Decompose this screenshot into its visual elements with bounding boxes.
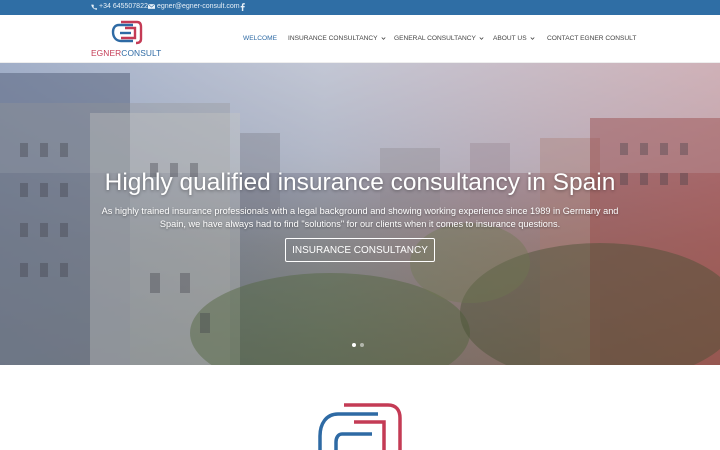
- facebook-icon: [240, 3, 245, 11]
- logo-word-consult: CONSULT: [121, 48, 162, 58]
- nav-item-contact[interactable]: CONTACT EGNER CONSULT: [547, 35, 636, 42]
- logo-word-egner: EGNER: [91, 48, 122, 58]
- slider-dot-2[interactable]: [360, 343, 364, 347]
- nav-item-general-consultancy[interactable]: GENERAL CONSULTANCY: [394, 35, 484, 42]
- chevron-down-icon: [479, 37, 484, 40]
- nav-item-label: WELCOME: [243, 35, 278, 42]
- chevron-down-icon: [380, 37, 386, 40]
- nav-item-label: INSURANCE CONSULTANCY: [288, 35, 378, 42]
- chevron-down-icon: [530, 37, 535, 40]
- slider-dot-1[interactable]: [352, 343, 356, 347]
- logo-wordmark: EGNERCONSULT: [91, 48, 161, 58]
- logo-mark-large-icon: [318, 403, 402, 450]
- phone-contact[interactable]: +34 645507822: [91, 3, 148, 10]
- main-nav: WELCOME INSURANCE CONSULTANCY GENERAL CO…: [0, 35, 720, 47]
- phone-number: +34 645507822: [99, 3, 148, 10]
- site-header: EGNERCONSULT WELCOME INSURANCE CONSULTAN…: [0, 15, 720, 63]
- slider-pagination: [352, 343, 364, 347]
- hero-description: As highly trained insurance professional…: [101, 206, 619, 229]
- nav-item-label: ABOUT US: [493, 35, 527, 42]
- email-contact[interactable]: egner@egner-consult.com: [148, 3, 240, 10]
- facebook-link[interactable]: [240, 3, 245, 11]
- nav-item-about-us[interactable]: ABOUT US: [493, 35, 535, 42]
- phone-icon: [91, 4, 97, 10]
- nav-item-insurance-consultancy[interactable]: INSURANCE CONSULTANCY: [288, 35, 386, 42]
- insurance-consultancy-button[interactable]: INSURANCE CONSULTANCY: [285, 238, 435, 262]
- nav-item-welcome[interactable]: WELCOME: [243, 35, 277, 42]
- envelope-icon: [148, 4, 155, 9]
- nav-item-label: GENERAL CONSULTANCY: [394, 35, 476, 42]
- top-bar: +34 645507822 egner@egner-consult.com: [0, 0, 720, 15]
- email-address: egner@egner-consult.com: [157, 3, 240, 10]
- nav-item-label: CONTACT EGNER CONSULT: [547, 35, 637, 42]
- hero-slider: Highly qualified insurance consultancy i…: [0, 63, 720, 365]
- hero-title: Highly qualified insurance consultancy i…: [104, 169, 616, 196]
